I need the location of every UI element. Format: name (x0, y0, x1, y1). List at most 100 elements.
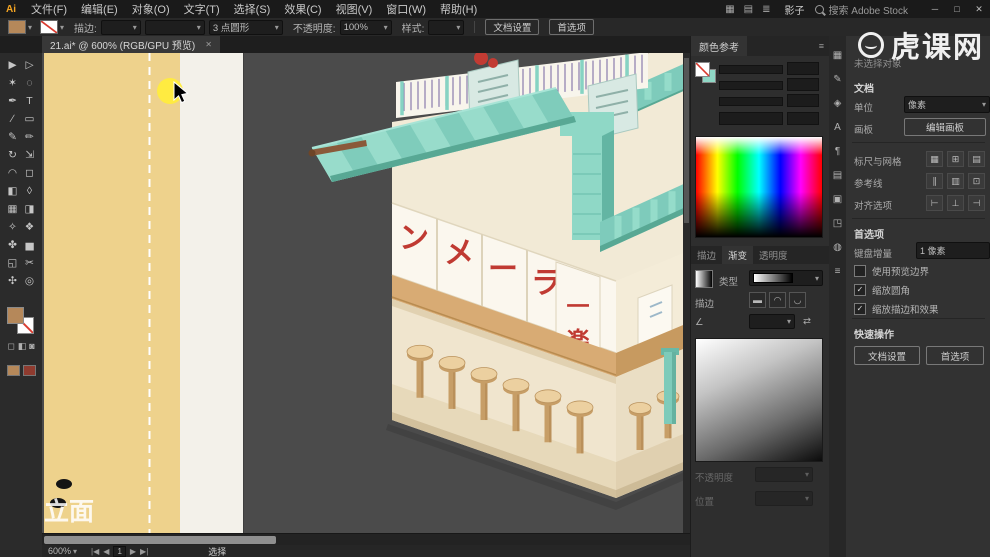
hex-field[interactable] (719, 112, 783, 125)
close-tab-icon[interactable]: ✕ (205, 40, 212, 49)
color-value-1[interactable] (787, 62, 819, 75)
stroke-color-swatch[interactable] (40, 20, 59, 34)
tab-color-guide[interactable]: 颜色参考 (691, 36, 747, 56)
rotate-tool[interactable]: ↻ (4, 148, 21, 162)
blend-tool[interactable]: ❖ (21, 220, 38, 234)
opacity-select[interactable]: 100% ▾ (339, 19, 392, 35)
zoom-level[interactable]: 600% (48, 546, 71, 556)
stroke-caret-icon[interactable]: ▾ (60, 23, 64, 32)
gradient-angle-field[interactable]: ▾ (749, 314, 795, 329)
close-button[interactable]: ✕ (968, 4, 990, 15)
gradient-reverse-icon[interactable]: ⇄ (803, 316, 811, 327)
first-artboard-button[interactable]: |◀ (91, 547, 99, 556)
lasso-tool[interactable]: ◌ (21, 76, 38, 90)
next-artboard-button[interactable]: ▶ (130, 547, 136, 556)
canvas[interactable]: ン メ ー ラ 一 楽 (42, 53, 690, 533)
gradient-preview-square[interactable] (695, 338, 823, 462)
line-segment-tool[interactable]: ∕ (4, 112, 21, 126)
pref-checkbox-row-0[interactable]: 使用预览边界 (854, 264, 939, 278)
show-grid-icon[interactable]: ⊞ (947, 151, 964, 167)
menu-window[interactable]: 窗口(W) (379, 1, 433, 17)
symbols-panel-icon[interactable]: ◈ (834, 98, 842, 109)
prev-artboard-button[interactable]: ◀ (103, 547, 109, 556)
lock-guides-icon[interactable]: ▥ (947, 173, 964, 189)
column-graph-tool[interactable]: ▅ (21, 238, 38, 252)
gradient-across-stroke-icon[interactable]: ◡ (789, 292, 806, 308)
units-select[interactable]: 像素 ▾ (904, 96, 990, 113)
panel-fill-proxy[interactable] (695, 62, 710, 77)
hand-tool[interactable]: ✣ (4, 274, 21, 288)
direct-selection-tool[interactable]: ▷ (21, 58, 38, 72)
zoom-caret-icon[interactable]: ▾ (73, 547, 77, 556)
stock-search[interactable]: 搜索 Adobe Stock (814, 2, 908, 17)
selection-tool[interactable]: ▶ (4, 58, 21, 72)
preferences-button[interactable]: 首选项 (549, 19, 594, 35)
color-spectrum[interactable] (695, 136, 823, 238)
checkbox[interactable] (854, 265, 866, 277)
pref-checkbox-row-1[interactable]: ✓ 缩放圆角 (854, 283, 939, 297)
swatches-panel-icon[interactable]: ▦ (833, 50, 842, 61)
align-right-icon[interactable]: ⊣ (968, 195, 985, 211)
character-panel-icon[interactable]: A (834, 122, 841, 133)
pen-tool[interactable]: ✒ (4, 94, 21, 108)
color-value-4[interactable] (787, 112, 819, 125)
checkbox[interactable]: ✓ (854, 303, 866, 315)
menu-type[interactable]: 文字(T) (177, 1, 227, 17)
symbol-sprayer-tool[interactable]: ✤ (4, 238, 21, 252)
magic-wand-tool[interactable]: ✶ (4, 76, 21, 90)
show-guides-icon[interactable]: ∥ (926, 173, 943, 189)
keyboard-increment-field[interactable]: 1 像素 (916, 242, 990, 259)
tab-gradient[interactable]: 渐变 (722, 246, 754, 264)
fill-caret-icon[interactable]: ▾ (28, 23, 32, 32)
layers-panel-icon[interactable]: ▤ (833, 170, 842, 181)
guide-options-icon[interactable]: ⊡ (968, 173, 985, 189)
artboard-tool[interactable]: ◱ (4, 256, 21, 270)
gradient-opacity-field[interactable]: ▾ (755, 467, 813, 482)
style-select[interactable]: ▾ (428, 19, 465, 35)
fill-color-swatch[interactable] (8, 20, 26, 34)
shape-builder-tool[interactable]: ◧ (4, 184, 21, 198)
panel-menu-icon[interactable]: ≡ (819, 41, 824, 51)
show-rulers-icon[interactable]: ▦ (926, 151, 943, 167)
snap-to-grid-icon[interactable]: ▤ (968, 151, 985, 167)
menu-effect[interactable]: 效果(C) (277, 1, 328, 17)
free-transform-tool[interactable]: ◻ (21, 166, 38, 180)
zoom-tool[interactable]: ◎ (21, 274, 38, 288)
canvas-area[interactable]: ン メ ー ラ 一 楽 (42, 53, 690, 533)
brush-definition-select[interactable]: 3 点圆形 ▾ (208, 19, 283, 35)
color-slider-1[interactable] (719, 65, 783, 74)
bridge-icon[interactable]: ▦ (725, 4, 734, 15)
width-profile-select[interactable]: ▾ (144, 19, 205, 35)
app-logo[interactable]: Ai (0, 4, 24, 15)
pref-checkbox-row-2[interactable]: ✓ 缩放描边和效果 (854, 302, 939, 316)
stroke-weight-select[interactable]: ▾ (100, 19, 141, 35)
workspace-switcher-icon[interactable]: ≣ (762, 4, 770, 15)
document-setup-button[interactable]: 文档设置 (485, 19, 540, 35)
type-tool[interactable]: T (21, 94, 38, 108)
gradient-tool[interactable]: ◨ (21, 202, 38, 216)
tab-stroke[interactable]: 描边 (691, 246, 722, 264)
arrange-documents-icon[interactable]: ▤ (744, 4, 753, 15)
slice-tool[interactable]: ✂ (21, 256, 38, 270)
artboards-panel-icon[interactable]: ▣ (833, 194, 842, 205)
draw-behind-mode-icon[interactable]: ◧ (18, 341, 27, 352)
eyedropper-tool[interactable]: ✧ (4, 220, 21, 234)
rectangle-tool[interactable]: ▭ (21, 112, 38, 126)
menu-file[interactable]: 文件(F) (24, 1, 74, 17)
screen-mode-icon[interactable]: ◙ (29, 341, 34, 352)
gradient-within-stroke-icon[interactable]: ▬ (749, 292, 766, 308)
color-value-3[interactable] (787, 94, 819, 107)
transform-panel-icon[interactable]: ◳ (833, 218, 842, 229)
user-account[interactable]: 影子 (785, 2, 805, 17)
pencil-tool[interactable]: ✏ (21, 130, 38, 144)
document-tab[interactable]: 21.ai* @ 600% (RGB/GPU 预览) ✕ (42, 36, 220, 53)
appearance-panel-icon[interactable]: ◍ (833, 242, 842, 253)
vertical-scrollbar-thumb[interactable] (684, 58, 689, 223)
restore-button[interactable]: □ (946, 4, 968, 15)
paragraph-panel-icon[interactable]: ¶ (835, 146, 840, 157)
menu-edit[interactable]: 编辑(E) (74, 1, 125, 17)
fill-proxy-swatch[interactable] (7, 307, 24, 324)
gradient-type-select[interactable]: ▾ (749, 270, 823, 286)
align-left-icon[interactable]: ⊢ (926, 195, 943, 211)
draw-normal-mode-icon[interactable]: ◻ (7, 341, 14, 352)
